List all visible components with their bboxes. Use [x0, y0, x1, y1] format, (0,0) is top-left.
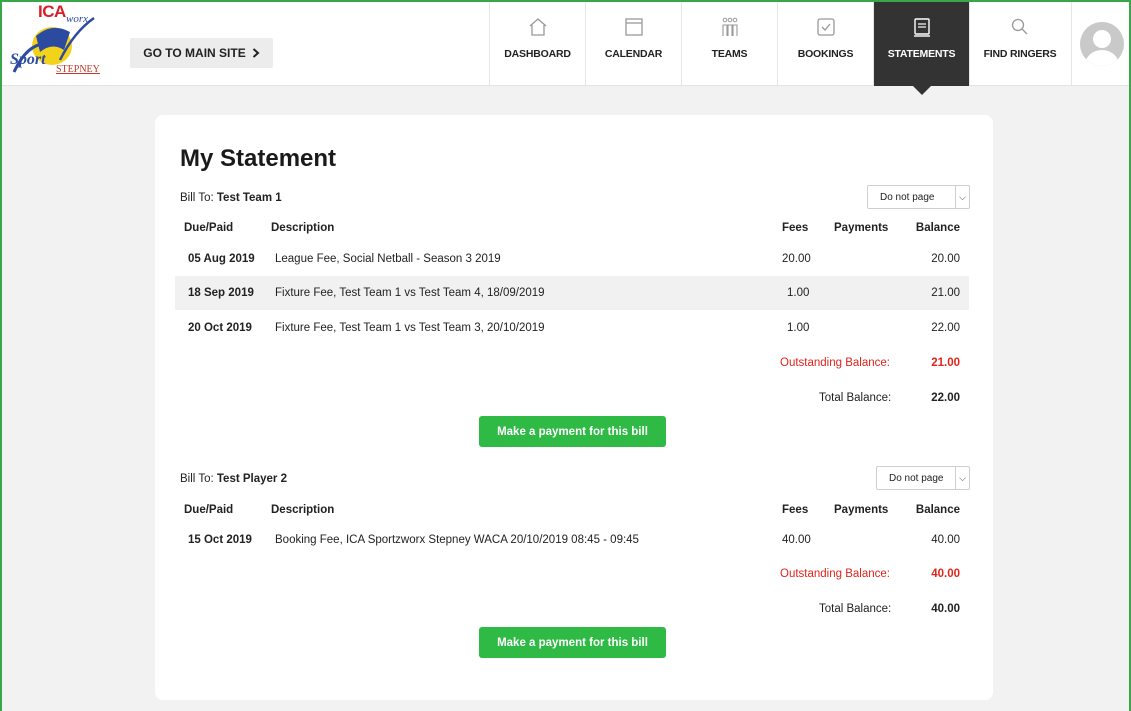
col-description: Description [271, 504, 335, 516]
nav-dashboard[interactable]: DASHBOARD [489, 2, 585, 86]
nav-statements-label: STATEMENTS [887, 48, 956, 60]
bill-to-label: Bill To: [180, 192, 214, 204]
total-balance-label: Total Balance: [819, 603, 892, 615]
calendar-icon [624, 18, 643, 36]
col-payments: Payments [834, 504, 889, 516]
col-fees: Fees [782, 222, 809, 234]
total-balance-value: 40.00 [931, 603, 960, 615]
nav-teams[interactable]: TEAMS [681, 2, 777, 86]
col-balance: Balance [915, 222, 960, 234]
table-header: Due/Paid Description Fees Payments Balan… [175, 211, 969, 245]
svg-text:Sport: Sport [10, 51, 46, 68]
row-fees: 1.00 [787, 322, 810, 334]
row-balance: 20.00 [931, 253, 960, 265]
row-description: Fixture Fee, Test Team 1 vs Test Team 3,… [275, 322, 545, 334]
col-description: Description [271, 222, 335, 234]
make-payment-button[interactable]: Make a payment for this bill [479, 627, 666, 658]
col-due-paid: Due/Paid [184, 504, 234, 516]
outstanding-balance-value: 21.00 [931, 357, 960, 369]
bill-to-name: Test Team 1 [216, 192, 282, 204]
nav-statements[interactable]: STATEMENTS [873, 2, 969, 95]
table-row: 15 Oct 2019 Booking Fee, ICA Sportzworx … [175, 523, 969, 557]
go-to-main-site-button[interactable]: GO TO MAIN SITE [130, 38, 273, 68]
col-payments: Payments [834, 222, 889, 234]
row-description: Fixture Fee, Test Team 1 vs Test Team 4,… [275, 287, 545, 299]
page-select[interactable]: Do not page ⌵ [876, 466, 970, 490]
outstanding-balance-row: Outstanding Balance: 21.00 [175, 346, 969, 380]
col-fees: Fees [782, 504, 809, 516]
row-fees: 40.00 [782, 534, 811, 546]
user-menu[interactable] [1071, 2, 1131, 86]
total-balance-row: Total Balance: 22.00 [175, 381, 969, 415]
nav-bookings[interactable]: BOOKINGS [777, 2, 873, 86]
page-title: My Statement [180, 145, 337, 172]
statement-icon [913, 18, 930, 37]
table-header: Due/Paid Description Fees Payments Balan… [175, 493, 969, 527]
ica-sportzworx-logo[interactable]: Sport worx ICA STEPNEY [8, 2, 100, 84]
total-balance-row: Total Balance: 40.00 [175, 592, 969, 626]
row-date: 05 Aug 2019 [188, 253, 255, 265]
outstanding-balance-value: 40.00 [931, 568, 960, 580]
row-fees: 20.00 [782, 253, 811, 265]
outstanding-balance-label: Outstanding Balance: [780, 568, 890, 580]
nav-bookings-label: BOOKINGS [797, 48, 854, 60]
row-date: 20 Oct 2019 [188, 322, 252, 334]
col-due-paid: Due/Paid [184, 222, 234, 234]
main-nav: DASHBOARD CALENDAR TEAMS BOOKINGS STATEM… [489, 2, 1070, 95]
col-balance: Balance [915, 504, 960, 516]
chevron-down-icon: ⌵ [955, 186, 969, 208]
top-header: Sport worx ICA STEPNEY GO TO MAIN SITE D… [2, 2, 1131, 95]
nav-dashboard-label: DASHBOARD [504, 48, 571, 60]
table-row: 20 Oct 2019 Fixture Fee, Test Team 1 vs … [175, 311, 969, 345]
row-balance: 21.00 [931, 287, 960, 299]
check-box-icon [816, 18, 835, 36]
row-balance: 40.00 [931, 534, 960, 546]
make-payment-button[interactable]: Make a payment for this bill [479, 416, 666, 447]
bill-to-team: Bill To: Test Team 1 [180, 192, 282, 204]
avatar-body-icon [1084, 50, 1119, 66]
bill-to-player: Bill To: Test Player 2 [180, 473, 287, 485]
row-date: 15 Oct 2019 [188, 534, 252, 546]
table-row: 05 Aug 2019 League Fee, Social Netball -… [175, 242, 969, 276]
nav-find-ringers-label: FIND RINGERS [983, 48, 1057, 60]
nav-find-ringers[interactable]: FIND RINGERS [969, 2, 1070, 86]
bill-to-name: Test Player 2 [216, 473, 287, 485]
logo-ica-text: ICA [38, 2, 66, 21]
home-icon [529, 18, 546, 36]
page-select[interactable]: Do not page ⌵ [867, 185, 970, 209]
chevron-right-icon [252, 48, 260, 58]
row-fees: 1.00 [787, 287, 810, 299]
outstanding-balance-label: Outstanding Balance: [780, 357, 890, 369]
row-description: League Fee, Social Netball - Season 3 20… [275, 253, 501, 265]
page-select-value: Do not page [880, 191, 935, 203]
nav-calendar[interactable]: CALENDAR [585, 2, 681, 86]
teams-icon [721, 17, 738, 36]
row-description: Booking Fee, ICA Sportzworx Stepney WACA… [275, 534, 639, 546]
page-select-value: Do not page [889, 472, 944, 484]
nav-calendar-label: CALENDAR [604, 48, 663, 60]
avatar-head-icon [1092, 30, 1111, 48]
table-row: 18 Sep 2019 Fixture Fee, Test Team 1 vs … [175, 276, 969, 310]
outstanding-balance-row: Outstanding Balance: 40.00 [175, 557, 969, 591]
chevron-down-icon: ⌵ [955, 467, 969, 489]
main-site-label: GO TO MAIN SITE [143, 46, 246, 60]
search-icon [1011, 18, 1028, 35]
avatar [1079, 22, 1124, 66]
total-balance-label: Total Balance: [819, 392, 892, 404]
logo-stepney-text: STEPNEY [56, 64, 100, 75]
row-balance: 22.00 [931, 322, 960, 334]
bill-to-label: Bill To: [180, 473, 214, 485]
statement-card: My Statement Bill To: Test Team 1 Do not… [155, 115, 993, 700]
total-balance-value: 22.00 [931, 392, 960, 404]
nav-teams-label: TEAMS [711, 48, 748, 60]
row-date: 18 Sep 2019 [188, 287, 254, 299]
svg-text:worx: worx [66, 13, 88, 25]
